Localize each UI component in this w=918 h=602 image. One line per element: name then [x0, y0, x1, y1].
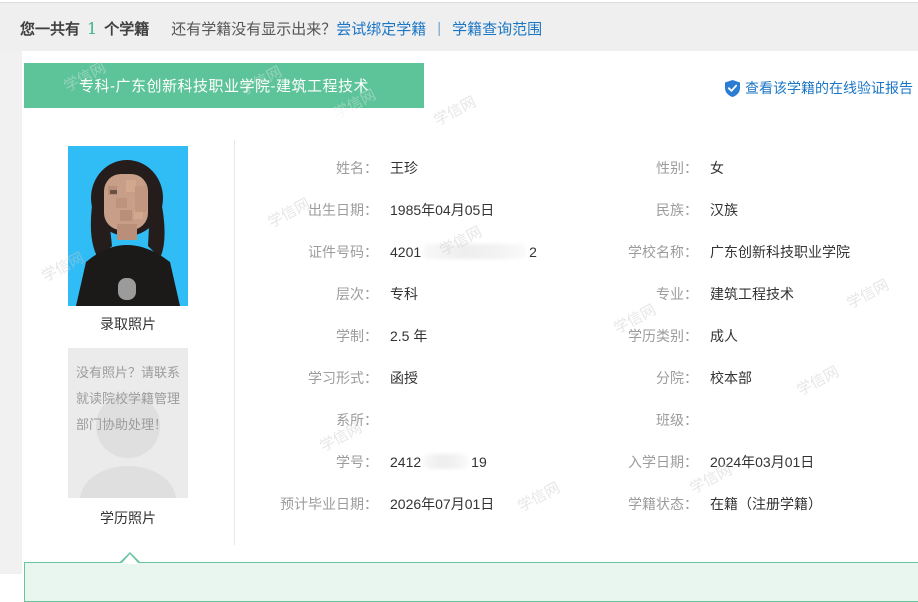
- student-record-page: 您一共有 1 个学籍 还有学籍没有显示出来？ 尝试绑定学籍 | 学籍查询范围 专…: [0, 0, 918, 602]
- fields-right-column: 性别： 女 民族： 汉族 学校名称： 广东创新科技职业学院 专业： 建筑工程技术…: [560, 147, 915, 525]
- query-scope-link[interactable]: 学籍查询范围: [452, 18, 542, 39]
- admission-photo: [68, 146, 188, 306]
- field-row-study-form: 学习形式： 函授: [308, 370, 418, 386]
- degree-photo-placeholder: 没有照片？请联系就读院校学籍管理部门协助处理！: [68, 348, 188, 498]
- field-row-department: 系所：: [336, 412, 378, 428]
- no-photo-notice: 没有照片？请联系就读院校学籍管理部门协助处理！: [76, 365, 181, 432]
- vertical-divider: [234, 140, 235, 545]
- fields-left-column: 姓名： 王珍 出生日期： 1985年04月05日 证件号码： 4201 2 层次：…: [240, 147, 570, 525]
- field-row-class: 班级：: [656, 412, 698, 428]
- field-row-education-type: 学历类别： 成人: [628, 328, 738, 344]
- redaction-blur: [423, 454, 470, 469]
- records-count-prefix: 您一共有: [20, 20, 81, 38]
- missing-record-question: 还有学籍没有显示出来？: [171, 20, 337, 38]
- field-row-student-number: 学号： 2412 19: [336, 454, 487, 470]
- tab-enrollment-record[interactable]: 专科-广东创新科技职业学院-建筑工程技术: [24, 63, 424, 108]
- field-row-id-number: 证件号码： 4201 2: [308, 244, 537, 260]
- field-row-major: 专业： 建筑工程技术: [656, 286, 794, 302]
- field-row-name: 姓名： 王珍: [336, 160, 418, 176]
- degree-photo-caption: 学历照片: [100, 510, 156, 526]
- tab-title: 专科-广东创新科技职业学院-建筑工程技术: [79, 78, 369, 95]
- field-row-ethnicity: 民族： 汉族: [656, 202, 738, 218]
- field-row-expected-graduation: 预计毕业日期： 2026年07月01日: [280, 496, 495, 512]
- field-row-enrollment-status: 学籍状态： 在籍（注册学籍）: [628, 496, 822, 512]
- verify-report-link[interactable]: 查看该学籍的在线验证报告: [725, 78, 913, 98]
- records-count: 1: [87, 18, 98, 38]
- link-separator: |: [437, 19, 442, 37]
- field-row-enrollment-date: 入学日期： 2024年03月01日: [628, 454, 815, 470]
- field-row-school-name: 学校名称： 广东创新科技职业学院: [628, 244, 850, 260]
- field-row-level: 层次： 专科: [336, 286, 418, 302]
- left-gutter: [0, 51, 22, 574]
- topbar: 您一共有 1 个学籍 还有学籍没有显示出来？ 尝试绑定学籍 | 学籍查询范围: [20, 17, 542, 39]
- field-row-duration: 学制： 2.5 年: [336, 328, 428, 344]
- field-row-gender: 性别： 女: [656, 160, 724, 176]
- watermark: 学信网: [431, 93, 479, 130]
- field-row-branch: 分院： 校本部: [656, 370, 752, 386]
- field-row-birthdate: 出生日期： 1985年04月05日: [308, 202, 495, 218]
- records-count-suffix: 个学籍: [104, 20, 150, 38]
- shield-check-icon: [725, 79, 740, 97]
- admission-photo-caption: 录取照片: [100, 316, 156, 332]
- verify-report-label: 查看该学籍的在线验证报告: [745, 80, 913, 96]
- bottom-callout-panel: [24, 552, 918, 602]
- redaction-blur: [423, 244, 528, 259]
- bind-record-link[interactable]: 尝试绑定学籍: [336, 18, 426, 39]
- admission-photo-image: [68, 146, 188, 306]
